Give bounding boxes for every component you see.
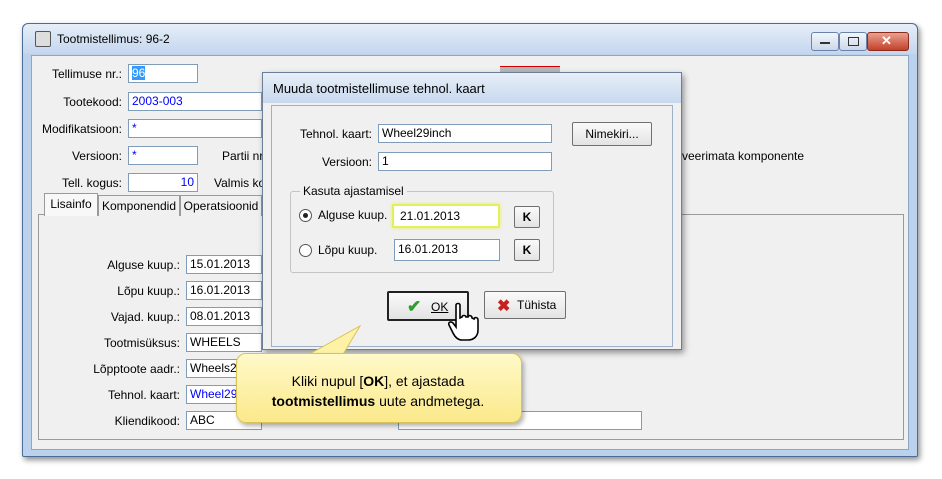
tab-komponendid[interactable]: Komponendid: [98, 195, 180, 216]
production-unit-label: Tootmisüksus:: [103, 336, 180, 350]
callout-text-part: Kliki nupul [: [291, 373, 364, 389]
dialog-version-label: Versioon:: [321, 155, 372, 169]
batch-label: Partii nr.: [222, 149, 267, 163]
need-date-label: Vajad. kuup.:: [110, 310, 180, 324]
quantity-label: Tell. kogus:: [61, 176, 122, 190]
end-date-k-button[interactable]: K: [514, 239, 540, 261]
dialog-tech-map-label: Tehnol. kaart:: [299, 127, 372, 141]
end-date-radio[interactable]: [299, 244, 312, 257]
dialog-end-date-field[interactable]: 16.01.2013: [394, 239, 500, 261]
production-unit-field[interactable]: WHEELS: [186, 333, 262, 352]
dialog-title: Muuda tootmistellimuse tehnol. kaart: [273, 81, 485, 96]
tab-operatsioonid[interactable]: Operatsioonid: [180, 195, 262, 216]
end-date-label: Lõpu kuup.:: [117, 284, 180, 298]
done-label: Valmis ko: [214, 176, 266, 190]
maximize-button[interactable]: [839, 32, 867, 51]
gear-icon: [35, 31, 51, 47]
window-titlebar: Tootmistellimus: 96-2 ✕: [23, 24, 917, 54]
tab-lisainfo[interactable]: Lisainfo: [44, 193, 98, 216]
end-date-radio-label: Lõpu kuup.: [318, 243, 378, 257]
need-date-field[interactable]: 08.01.2013: [186, 307, 262, 326]
order-number-field[interactable]: 96: [128, 64, 198, 83]
order-number-label: Tellimuse nr.:: [51, 67, 122, 81]
final-address-label: Lõpptoote aadr.:: [93, 362, 180, 376]
close-button[interactable]: ✕: [867, 32, 909, 51]
callout-order-bold: tootmistellimus: [271, 393, 376, 409]
callout-text-part: uute andmetega.: [375, 393, 485, 409]
callout-ok-bold: OK: [363, 373, 385, 389]
tech-map-label: Tehnol. kaart:: [107, 388, 180, 402]
modification-field[interactable]: *: [128, 119, 262, 138]
radio-dot-icon: [303, 213, 308, 218]
maximize-icon: [848, 37, 859, 46]
start-date-field[interactable]: 15.01.2013: [186, 255, 262, 274]
dialog-tech-map-field[interactable]: Wheel29inch: [378, 124, 552, 143]
callout-line-2: tootmistellimus uute andmetega.: [236, 391, 520, 411]
cancel-button-label: Tühista: [517, 298, 557, 312]
cross-icon: ✖: [497, 298, 511, 315]
client-code-label: Kliendikood:: [114, 414, 180, 428]
window-title: Tootmistellimus: 96-2: [57, 32, 170, 46]
order-number-value: 96: [132, 66, 146, 80]
list-button[interactable]: Nimekiri...: [572, 122, 652, 146]
callout-text-part: ], et ajastada: [384, 373, 465, 389]
cancel-button[interactable]: ✖ Tühista: [484, 291, 566, 319]
components-status-text: veerimata komponente: [682, 149, 805, 163]
dialog-version-field[interactable]: 1: [378, 152, 552, 171]
minimize-icon: [820, 42, 830, 44]
checkmark-icon: ✔: [407, 297, 422, 316]
minimize-button[interactable]: [811, 32, 839, 51]
version-field[interactable]: *: [128, 146, 198, 165]
callout-line-1: Kliki nupul [OK], et ajastada: [236, 371, 520, 391]
start-date-radio[interactable]: [299, 209, 312, 222]
dialog-start-date-field[interactable]: 21.01.2013: [392, 204, 500, 228]
hand-cursor-icon: [448, 302, 479, 341]
end-date-field[interactable]: 16.01.2013: [186, 281, 262, 300]
modification-label: Modifikatsioon:: [41, 122, 122, 136]
start-date-k-button[interactable]: K: [514, 206, 540, 228]
scheduling-group-label: Kasuta ajastamisel: [300, 184, 407, 198]
start-date-label: Alguse kuup.:: [107, 258, 180, 272]
close-icon: ✕: [881, 33, 892, 48]
start-date-radio-label: Alguse kuup.: [318, 208, 388, 222]
quantity-field[interactable]: 10: [128, 173, 198, 192]
dialog-titlebar: Muuda tootmistellimuse tehnol. kaart: [263, 73, 681, 103]
version-label: Versioon:: [71, 149, 122, 163]
product-code-field[interactable]: 2003-003: [128, 92, 262, 111]
callout-text: Kliki nupul [OK], et ajastada tootmistel…: [236, 371, 520, 411]
product-code-label: Tootekood:: [63, 95, 122, 109]
